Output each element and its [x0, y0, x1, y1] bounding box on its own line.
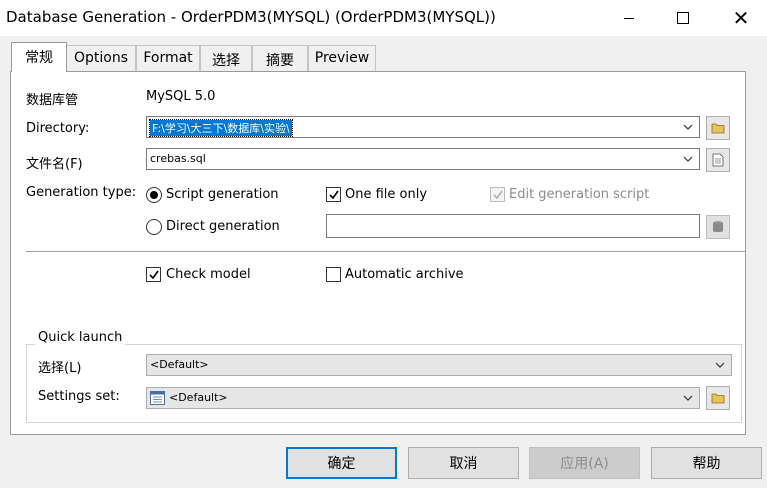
direct-generation-radio[interactable]: [146, 219, 162, 235]
tab-selection[interactable]: 选择: [200, 45, 252, 71]
selection-value: <Default>: [150, 358, 209, 371]
tab-label: Preview: [314, 50, 370, 66]
automatic-archive-checkbox[interactable]: [326, 267, 341, 282]
tab-label: 摘要: [266, 53, 294, 69]
selection-label: 选择(L): [38, 361, 82, 376]
maximize-button[interactable]: [660, 0, 706, 36]
chevron-down-icon[interactable]: [681, 152, 695, 166]
data-source-button[interactable]: [706, 215, 730, 239]
checkmark-icon: [149, 270, 159, 280]
checkmark-icon: [493, 190, 503, 200]
direct-generation-field[interactable]: [326, 214, 700, 238]
one-file-only-label[interactable]: One file only: [345, 187, 427, 202]
checkmark-icon: [329, 190, 339, 200]
chevron-down-icon[interactable]: [681, 391, 695, 405]
tab-preview[interactable]: Preview: [308, 45, 376, 71]
maximize-icon: [677, 12, 689, 24]
ok-button[interactable]: 确定: [286, 447, 397, 479]
filename-combo[interactable]: crebas.sql: [146, 148, 700, 170]
check-model-label[interactable]: Check model: [166, 267, 251, 282]
chevron-down-icon[interactable]: [681, 120, 695, 134]
help-button[interactable]: 帮助: [651, 447, 762, 479]
tab-label: 选择: [212, 53, 240, 69]
minimize-button[interactable]: [606, 0, 652, 36]
one-file-only-checkbox[interactable]: [326, 187, 341, 202]
tab-label: Options: [73, 50, 129, 66]
settings-list-icon: [150, 391, 165, 405]
filename-label: 文件名(F): [26, 157, 83, 172]
edit-generation-script-label: Edit generation script: [509, 187, 650, 202]
direct-generation-label[interactable]: Direct generation: [166, 219, 280, 234]
directory-value: F:\学习\大三下\数据库\实验\: [149, 119, 293, 137]
cancel-button[interactable]: 取消: [408, 447, 519, 479]
tab-options[interactable]: Options: [66, 45, 136, 71]
close-icon: ✕: [732, 6, 750, 30]
database-icon: [713, 221, 723, 233]
document-icon: [712, 153, 724, 167]
check-model-checkbox[interactable]: [146, 267, 161, 282]
browse-settings-button[interactable]: [706, 386, 730, 410]
minimize-icon: [624, 17, 634, 19]
dbms-value: MySQL 5.0: [146, 89, 216, 104]
settings-set-label: Settings set:: [38, 389, 120, 404]
settings-set-combo[interactable]: <Default>: [146, 387, 700, 409]
filename-value: crebas.sql: [150, 152, 206, 165]
generation-type-label: Generation type:: [26, 185, 137, 200]
directory-label: Directory:: [26, 121, 90, 136]
apply-button[interactable]: 应用(A): [529, 447, 640, 479]
window-title: Database Generation - OrderPDM3(MYSQL) (…: [6, 8, 496, 26]
tab-format[interactable]: Format: [136, 45, 200, 71]
tab-label: Format: [143, 50, 193, 66]
separator: [26, 251, 746, 252]
dbms-label: 数据库管: [26, 93, 79, 108]
browse-directory-button[interactable]: [706, 116, 730, 140]
automatic-archive-label[interactable]: Automatic archive: [345, 267, 464, 282]
script-generation-label[interactable]: Script generation: [166, 187, 279, 202]
quick-launch-title: Quick launch: [35, 330, 126, 345]
tab-summary[interactable]: 摘要: [252, 45, 308, 71]
tab-general[interactable]: 常规: [11, 42, 67, 72]
script-generation-radio[interactable]: [146, 187, 162, 203]
selection-combo[interactable]: <Default>: [146, 354, 732, 376]
chevron-down-icon[interactable]: [713, 358, 727, 372]
folder-icon: [711, 393, 725, 404]
directory-combo[interactable]: F:\学习\大三下\数据库\实验\: [146, 116, 700, 138]
edit-file-button[interactable]: [706, 148, 730, 172]
close-button[interactable]: ✕: [718, 0, 764, 36]
settings-set-value: <Default>: [169, 391, 228, 404]
edit-generation-script-checkbox[interactable]: [490, 187, 505, 202]
tab-label: 常规: [25, 50, 53, 66]
folder-icon: [711, 123, 725, 134]
